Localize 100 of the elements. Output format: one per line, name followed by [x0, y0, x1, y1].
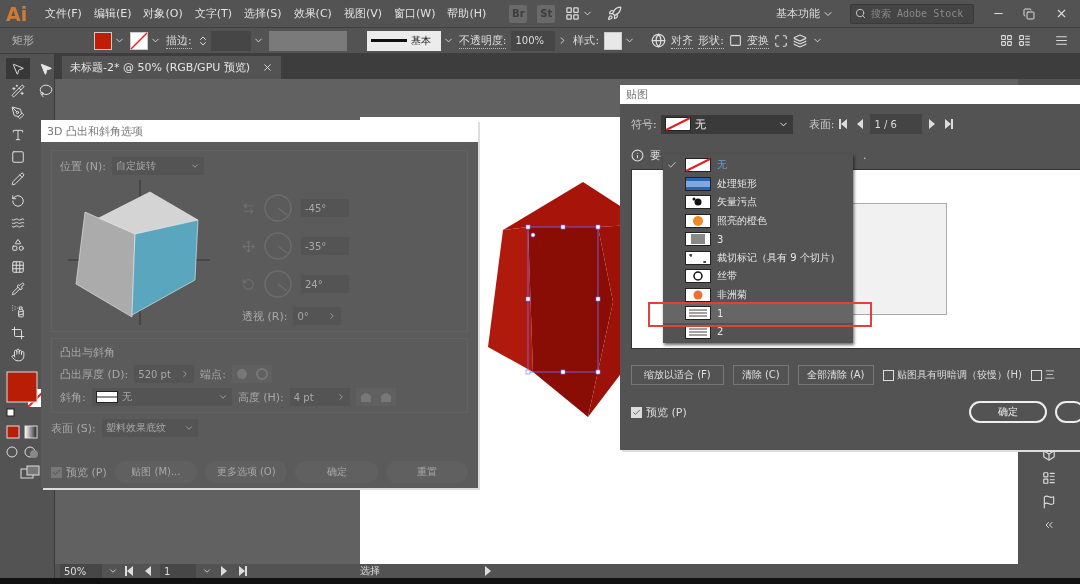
last-surface-button[interactable] — [942, 117, 955, 131]
menu-item[interactable]: 1 — [663, 304, 853, 323]
last-artboard-button[interactable] — [236, 564, 248, 578]
shape-icon — [728, 34, 742, 47]
pencil-icon — [11, 171, 25, 186]
menu-item[interactable]: 照亮的橙色 — [663, 211, 853, 230]
angle-field[interactable]: 24° — [301, 275, 349, 293]
menu-item[interactable]: 窗口(W) — [389, 6, 441, 21]
menu-icon — [1055, 34, 1068, 47]
fill-swatch[interactable] — [94, 31, 112, 50]
menu-item[interactable]: 帮助(H) — [442, 6, 492, 21]
checkbox-label: 三 — [1044, 368, 1055, 382]
menu-item[interactable]: 处理矩形 — [663, 174, 853, 193]
close-icon — [262, 62, 274, 73]
type-icon — [11, 127, 25, 142]
symbol-thumbnail — [685, 250, 711, 265]
symbol-thumbnail — [685, 287, 711, 302]
caret-icon — [190, 161, 200, 171]
search-field[interactable]: 搜索 Adobe Stock — [850, 3, 974, 24]
close-icon — [1055, 7, 1068, 20]
symbol-thumbnail — [685, 195, 711, 210]
menu-item[interactable]: 对象(O) — [138, 6, 188, 21]
symbol-thumbnail — [685, 213, 711, 228]
caret-icon — [202, 566, 212, 576]
stroke-swatch[interactable] — [130, 31, 148, 50]
info-text: . — [863, 149, 867, 162]
crop-icon — [11, 325, 25, 340]
opacity-label[interactable]: 不透明度: — [458, 32, 507, 49]
checkbox-label: 预览 (P) — [66, 464, 107, 480]
opacity-field[interactable]: 100% — [511, 30, 556, 51]
surface-dropdown[interactable]: 塑料效果底纹 — [101, 419, 198, 437]
symbol-dropdown[interactable]: 无 — [660, 114, 793, 134]
bevel-dropdown[interactable]: 无 — [91, 388, 232, 406]
perspective-field[interactable]: 0° — [293, 307, 342, 325]
align-link[interactable]: 对齐 — [671, 32, 694, 49]
menu-item[interactable]: 非洲菊 — [663, 285, 853, 304]
angle-field[interactable]: -45° — [301, 199, 349, 217]
dialog-button[interactable]: 清除 (C) — [732, 365, 789, 385]
app-logo: Ai — [6, 2, 29, 25]
spray-can-icon — [11, 303, 25, 318]
pointer-icon — [11, 61, 25, 76]
menu-item[interactable]: 效果(C) — [288, 6, 337, 21]
list-icon — [1018, 34, 1031, 47]
position-dropdown[interactable]: 自定旋转 — [112, 157, 204, 175]
grid-icon — [1000, 34, 1013, 47]
menu-item[interactable]: 文件(F) — [40, 6, 87, 21]
dialog-title: 贴图 — [620, 85, 1080, 104]
transform-link[interactable]: 变换 — [746, 32, 769, 49]
rectangle-icon — [11, 149, 25, 164]
menu-item[interactable]: 矢量污点 — [663, 193, 853, 212]
cancel-button[interactable] — [1055, 401, 1080, 423]
height-field[interactable]: 4 pt — [289, 388, 350, 406]
eyedropper-icon — [11, 281, 25, 296]
section-title: 凸出与斜角 — [60, 345, 116, 360]
field-label: 符号: — [631, 116, 657, 132]
field-label: 位置 (N): — [60, 158, 106, 174]
shapes-icon — [11, 237, 25, 252]
menu-item[interactable]: 文字(T) — [189, 6, 238, 21]
lasso-icon — [39, 83, 53, 98]
field-label: 斜角: — [60, 389, 86, 405]
panel-icon — [1042, 471, 1056, 485]
menu-item[interactable]: 视图(V) — [338, 6, 387, 21]
style-swatch[interactable] — [604, 31, 623, 50]
variable-width-field[interactable] — [268, 30, 347, 51]
rocket-icon — [607, 6, 623, 21]
pointer-icon — [39, 61, 53, 76]
checkbox[interactable] — [51, 466, 62, 478]
first-artboard-button[interactable] — [124, 564, 136, 578]
style-label: 样式: — [573, 33, 600, 48]
checkbox-label: 预览 (P) — [646, 404, 687, 420]
stroke-line-icon — [370, 39, 407, 42]
menu-item[interactable]: 编辑(E) — [88, 6, 137, 21]
screen-mode-icon[interactable] — [20, 465, 40, 479]
surface-field[interactable]: 1 / 6 — [870, 114, 923, 134]
menu-item[interactable]: 丝带 — [663, 267, 853, 286]
angle-field[interactable]: -35° — [301, 237, 349, 255]
tool-button[interactable] — [6, 58, 30, 79]
magic-wand-icon — [11, 83, 25, 98]
field-label: 表面: — [808, 116, 835, 132]
stroke-label[interactable]: 描边: — [166, 32, 192, 49]
stroke-profile-dropdown[interactable]: 基本 — [366, 30, 441, 51]
ok-button[interactable]: 确定 — [969, 401, 1047, 423]
menu-item[interactable]: 选择(S) — [239, 6, 287, 21]
workspace-switcher[interactable]: 基本功能 — [776, 6, 820, 21]
document-tab[interactable]: 未标题-2* @ 50% (RGB/GPU 预览) — [62, 56, 282, 79]
menu-item[interactable]: 3 — [663, 230, 853, 249]
shape-label[interactable]: 形状: — [698, 32, 724, 49]
symbol-thumbnail — [685, 306, 711, 321]
dialog-button[interactable]: 缩放以适合 (F) — [631, 365, 724, 385]
field-label: 端点: — [200, 366, 226, 382]
symbol-thumbnail — [685, 158, 711, 173]
menu-item[interactable]: 裁切标记（具有 9 个切片） — [663, 248, 853, 267]
search-icon — [855, 8, 866, 19]
dialog-button[interactable]: 全部清除 (A) — [797, 365, 874, 385]
bevel-icon — [95, 391, 118, 403]
flag-icon — [1042, 495, 1056, 509]
symbol-thumbnail — [685, 232, 711, 247]
depth-field[interactable]: 520 pt — [134, 365, 195, 383]
symbol-thumbnail — [664, 117, 691, 131]
info-text: 要 — [650, 148, 661, 163]
